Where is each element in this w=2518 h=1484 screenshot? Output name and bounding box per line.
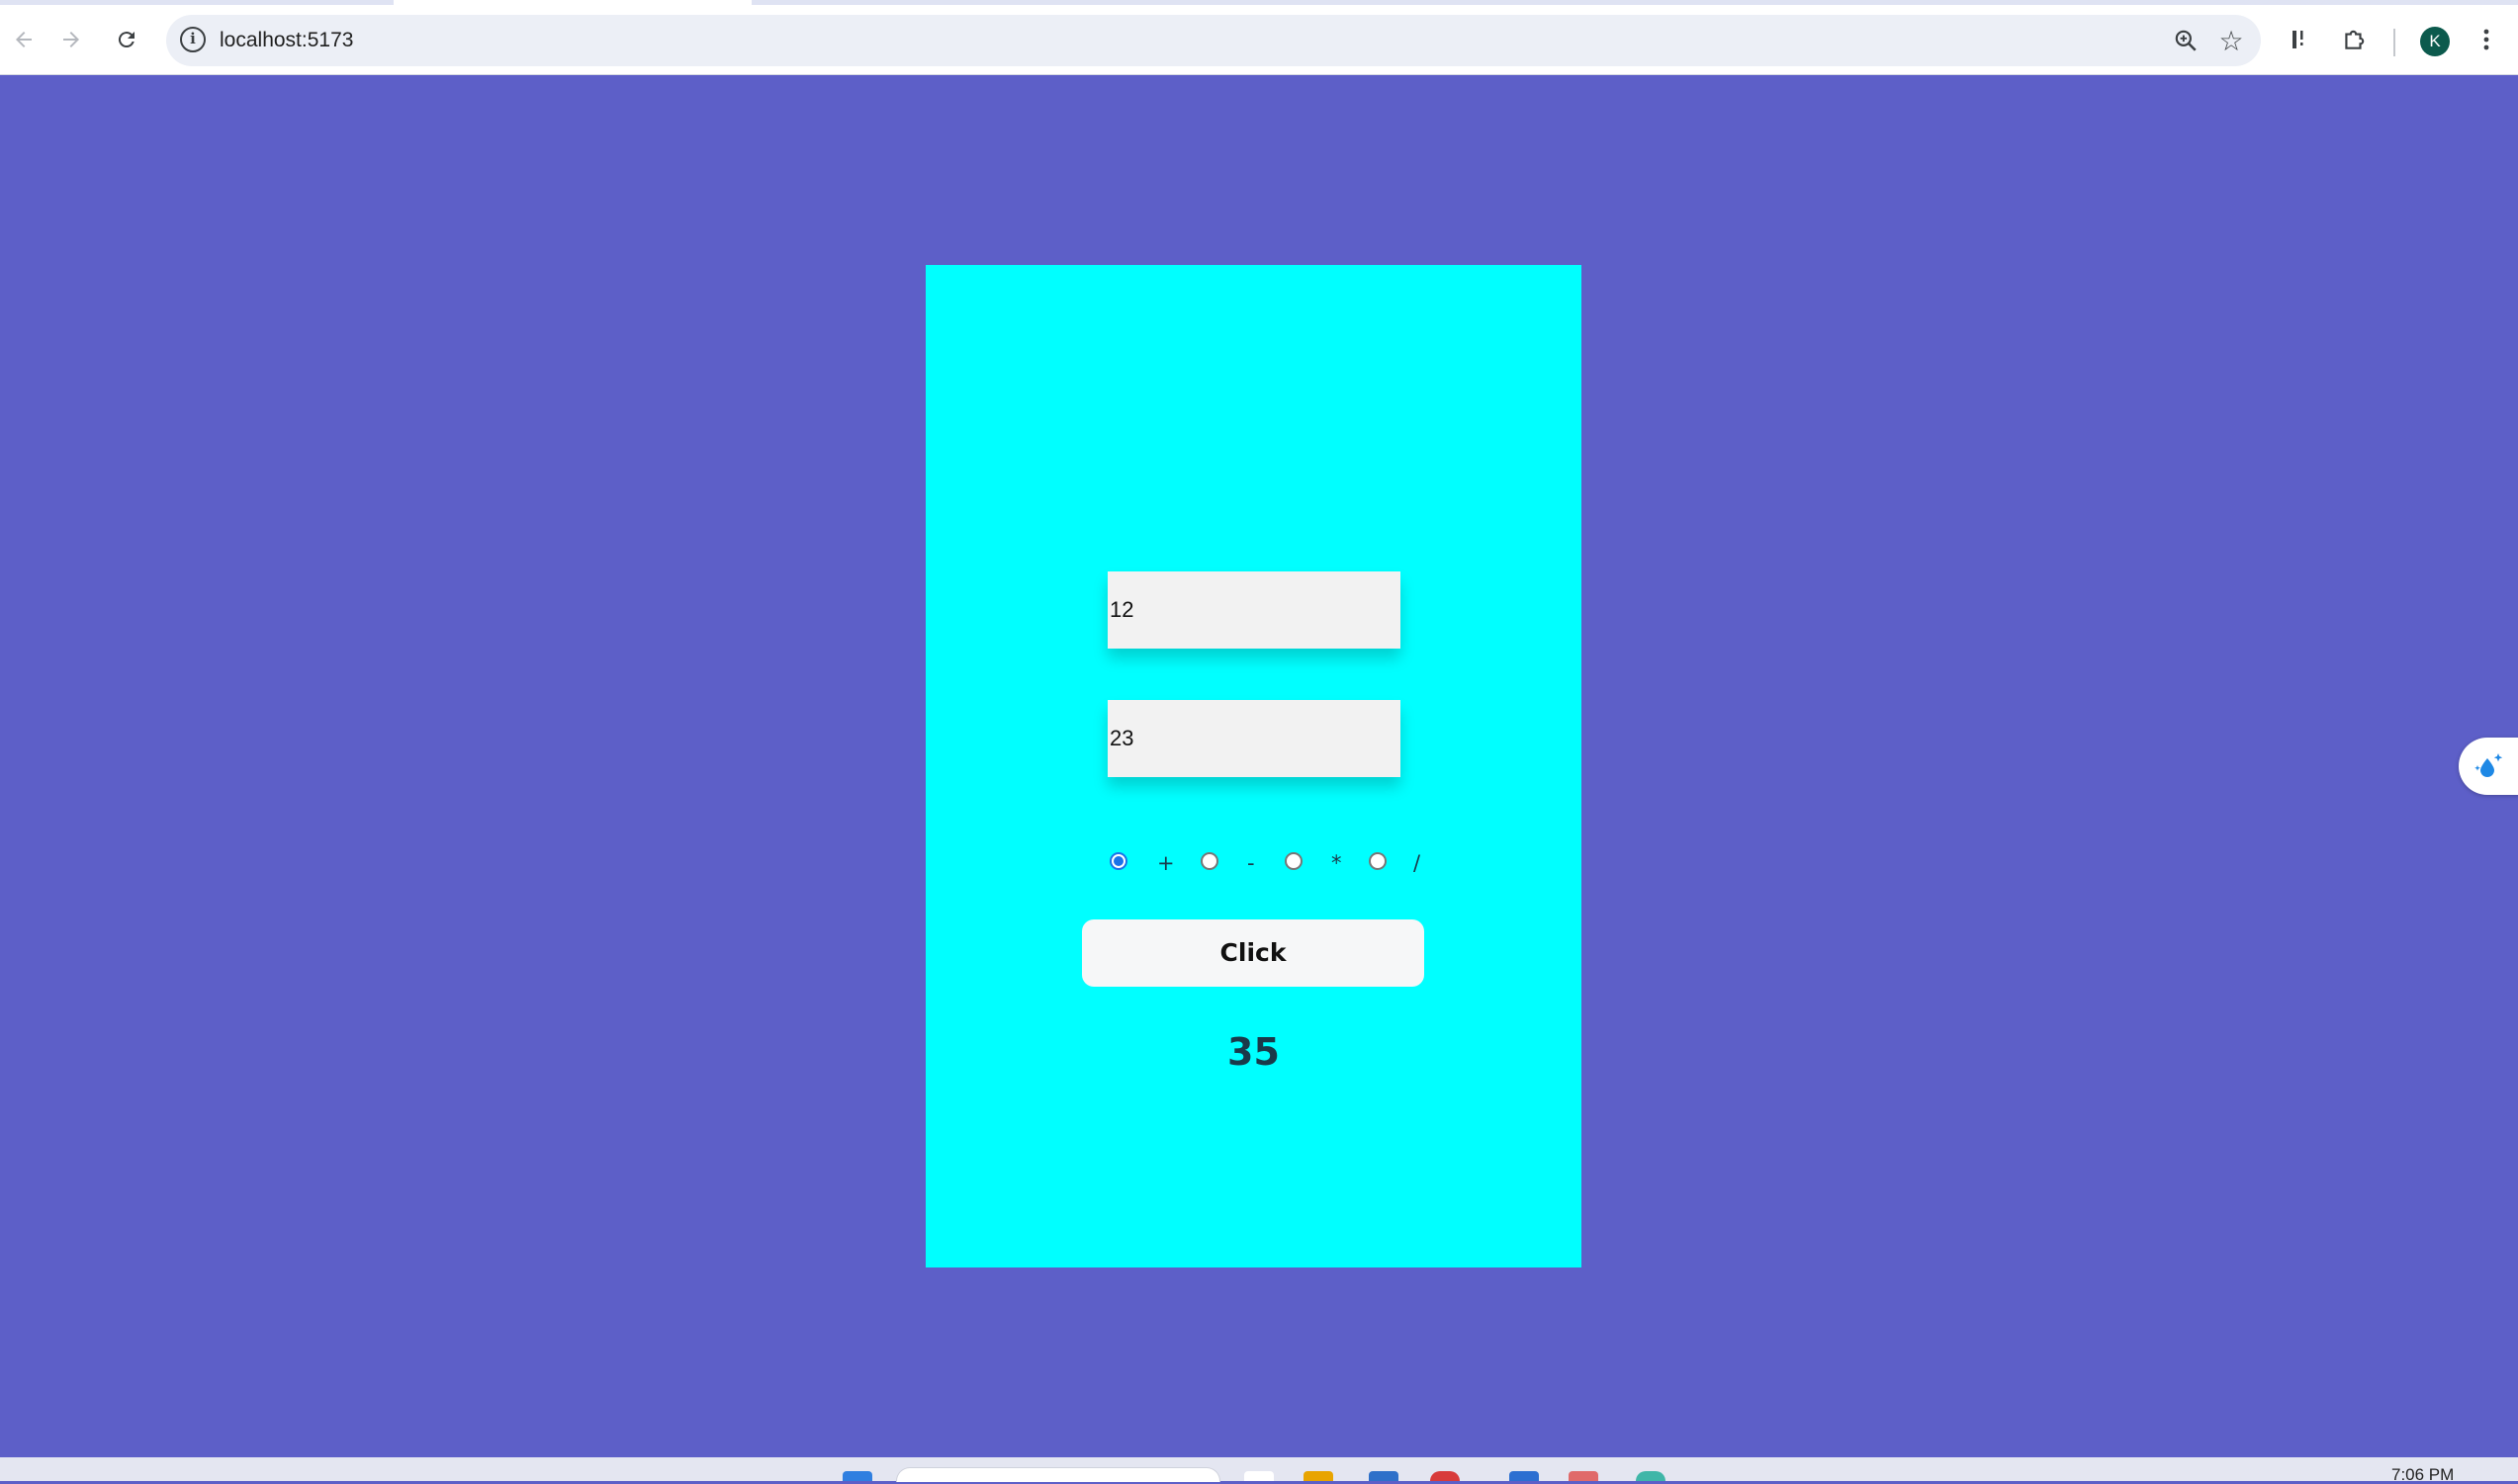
star-icon[interactable]: ☆ [2211, 15, 2251, 66]
subtract-radio[interactable] [1201, 852, 1218, 870]
address-bar[interactable]: i localhost:5173 ☆ [166, 15, 2261, 66]
zoom-in-icon[interactable] [2166, 15, 2205, 66]
forward-button[interactable] [47, 5, 95, 74]
arrow-left-icon [16, 32, 32, 47]
result-value: 35 [1227, 1030, 1280, 1074]
url-text[interactable]: localhost:5173 [220, 15, 353, 66]
store-icon[interactable] [1369, 1471, 1398, 1481]
divide-label: / [1413, 851, 1421, 875]
profile-avatar[interactable]: K [2420, 27, 2450, 56]
browser-menu-button[interactable] [2463, 5, 2510, 74]
divide-radio[interactable] [1369, 852, 1387, 870]
toolbar-divider [2393, 29, 2395, 56]
start-icon[interactable] [843, 1471, 872, 1481]
add-label: + [1157, 851, 1175, 875]
add-radio[interactable] [1110, 852, 1127, 870]
back-button[interactable] [0, 5, 47, 74]
chrome-icon[interactable] [1430, 1471, 1460, 1481]
extensions-button[interactable] [2330, 5, 2378, 74]
sparkle-drop-icon [2474, 753, 2503, 777]
multiply-label: * [1331, 851, 1342, 875]
second-number-input[interactable] [1108, 700, 1400, 777]
os-taskbar: 7:06 PM [0, 1457, 2518, 1483]
reload-button[interactable] [103, 5, 150, 74]
browser-toolbar: i localhost:5173 ☆ K [0, 5, 2518, 75]
first-number-input[interactable] [1108, 571, 1400, 649]
vscode-icon[interactable] [1509, 1471, 1539, 1481]
subtract-label: - [1247, 851, 1255, 875]
app-icon[interactable] [1569, 1471, 1598, 1481]
taskbar-search[interactable] [896, 1467, 1220, 1482]
arrow-right-icon [63, 32, 79, 47]
task-view-icon[interactable] [1244, 1471, 1274, 1481]
file-explorer-icon[interactable] [1304, 1471, 1333, 1481]
tab-search-button[interactable] [2277, 5, 2324, 74]
info-icon[interactable]: i [180, 27, 206, 52]
edge-icon[interactable] [1636, 1471, 1665, 1481]
reload-icon [118, 32, 135, 48]
multiply-radio[interactable] [1285, 852, 1303, 870]
kebab-menu-icon [2483, 29, 2489, 50]
side-assistant-button[interactable] [2459, 738, 2518, 795]
tab-search-icon [2293, 31, 2303, 48]
puzzle-icon [2345, 30, 2365, 49]
click-button[interactable]: Click [1082, 919, 1424, 987]
